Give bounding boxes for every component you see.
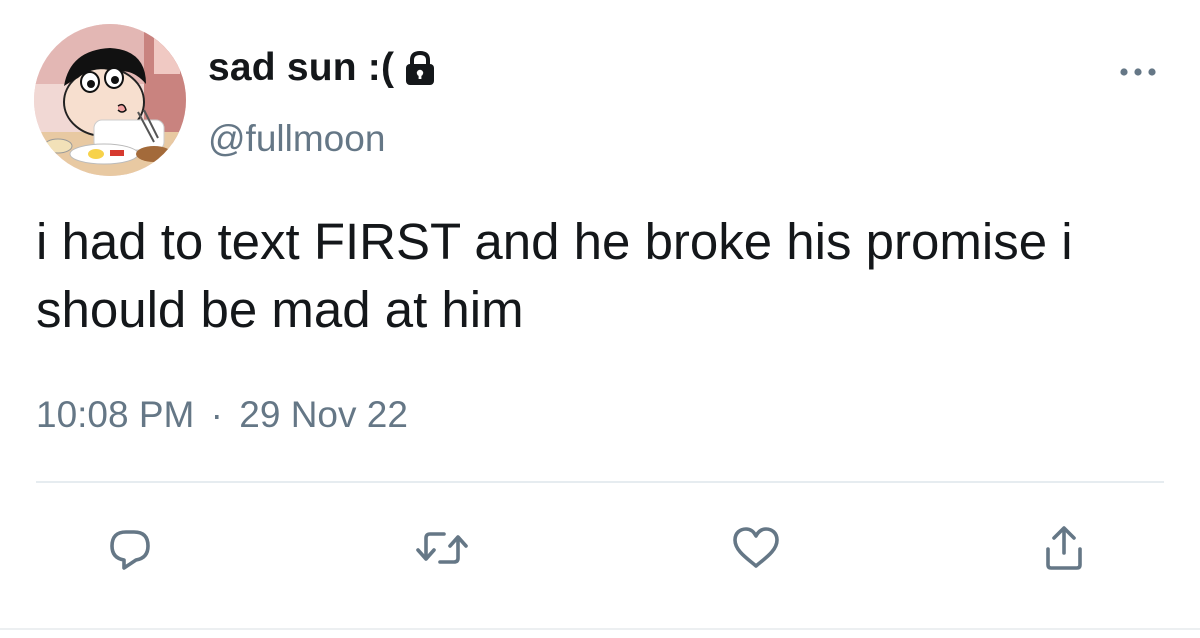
user-handle[interactable]: @fullmoon: [208, 118, 385, 160]
bottom-divider: [0, 628, 1200, 630]
name-row: sad sun :(: [208, 42, 440, 94]
avatar[interactable]: [34, 24, 186, 176]
more-options-button[interactable]: [1116, 50, 1160, 94]
share-button[interactable]: [1036, 520, 1092, 576]
timestamp-separator: ·: [210, 394, 223, 435]
tweet-time: 10:08 PM: [36, 394, 195, 435]
avatar-illustration: [34, 24, 186, 176]
heart-icon: [733, 527, 779, 568]
tweet-text: i had to text FIRST and he broke his pro…: [36, 213, 1073, 338]
retweet-icon: [416, 532, 468, 564]
tweet-date: 29 Nov 22: [239, 394, 408, 435]
more-horizontal-icon: [1120, 68, 1156, 76]
reply-button[interactable]: [102, 520, 158, 576]
share-upload-icon: [1046, 526, 1082, 570]
retweet-button[interactable]: [414, 520, 470, 576]
tweet-card: sad sun :( @fullmoon i had to text FIRST…: [0, 0, 1200, 638]
divider: [36, 481, 1164, 483]
reply-bubble-icon: [110, 530, 150, 570]
tweet-timestamp[interactable]: 10:08 PM · 29 Nov 22: [36, 394, 408, 436]
display-name[interactable]: sad sun :(: [208, 46, 394, 90]
lock-icon: [400, 48, 440, 88]
like-button[interactable]: [728, 520, 784, 576]
